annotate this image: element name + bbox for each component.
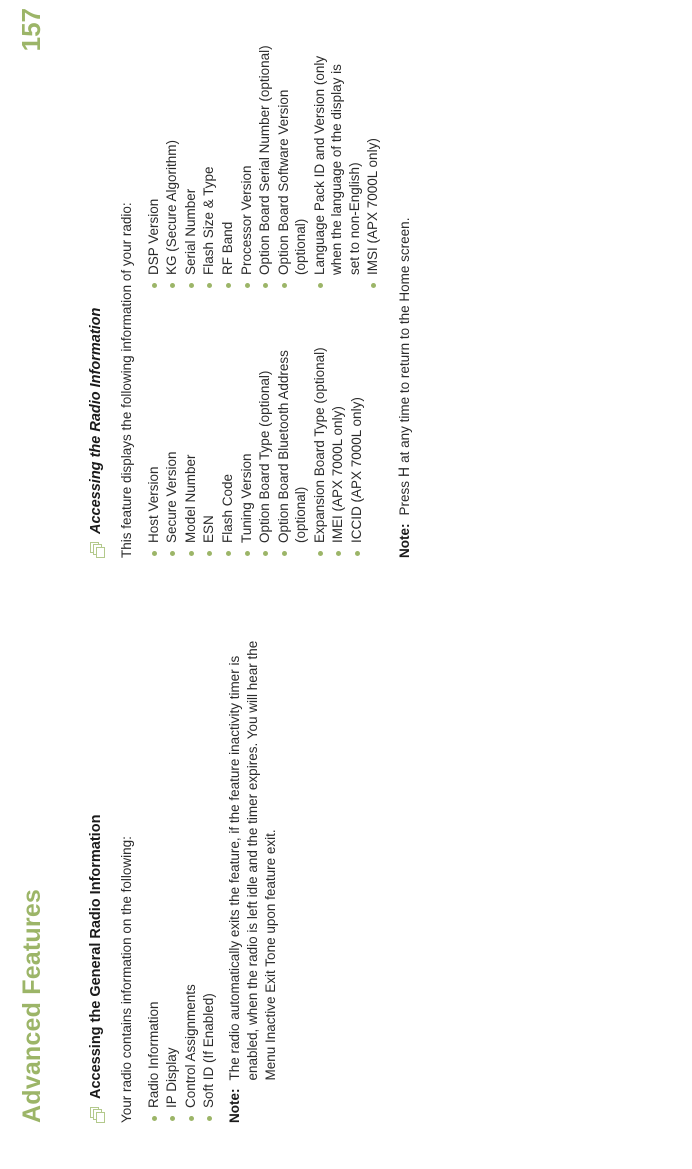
radio-information-bullets-column-1: Host Version Secure Version Model Number… xyxy=(145,312,390,558)
note-text: The radio automatically exits the featur… xyxy=(227,640,278,1081)
list-item: IP Display xyxy=(163,608,181,1123)
list-item: Option Board Serial Number (optional) xyxy=(256,44,274,290)
page-number: 157 xyxy=(16,8,46,52)
page-title: Advanced Features xyxy=(18,888,46,1123)
section-title-text: Accessing the General Radio Information xyxy=(88,814,104,1099)
note-text-after: at any time to return to the Home screen… xyxy=(396,217,412,463)
list-item: Option Board Software Version (optional) xyxy=(275,44,310,290)
section-heading-general-radio-information: Accessing the General Radio Information xyxy=(88,608,107,1123)
list-item: IMSI (APX 7000L only) xyxy=(364,44,382,290)
radio-information-bullets-column-2: DSP Version KG (Secure Algorithm) Serial… xyxy=(145,44,390,290)
list-item: Host Version xyxy=(145,312,163,558)
right-note-block: Note: Press H at any time to return to t… xyxy=(396,43,414,558)
page-header: Advanced Features 157 xyxy=(16,0,64,1169)
list-item: Flash Code xyxy=(219,312,237,558)
left-bullet-list: Radio Information IP Display Control Ass… xyxy=(145,608,218,1123)
right-intro-paragraph: This feature displays the following info… xyxy=(119,202,134,558)
section-title-text: Accessing the Radio Information xyxy=(88,307,104,534)
list-item: Soft ID (If Enabled) xyxy=(200,608,218,1123)
right-bullet-list-1: Host Version Secure Version Model Number… xyxy=(145,312,366,558)
list-item: IMEI (APX 7000L only) xyxy=(329,312,347,558)
list-item: Language Pack ID and Version (only when … xyxy=(311,44,364,290)
list-item: ESN xyxy=(200,312,218,558)
note-label: Note: xyxy=(396,523,412,559)
note-label: Note: xyxy=(227,1088,242,1124)
right-column: Accessing the Radio Information This fea… xyxy=(88,43,414,558)
section-heading-radio-information: Accessing the Radio Information xyxy=(88,43,107,558)
list-item: Tuning Version xyxy=(238,312,256,558)
list-item: Serial Number xyxy=(182,44,200,290)
radio-information-bullet-grid: Host Version Secure Version Model Number… xyxy=(145,43,390,558)
page-columns: Accessing the General Radio Information … xyxy=(88,43,668,1123)
list-item: Flash Size & Type xyxy=(200,44,218,290)
note-text-before: Press xyxy=(396,480,412,516)
left-column: Accessing the General Radio Information … xyxy=(88,608,279,1123)
rotated-page-wrapper: Advanced Features 157 Accessing the Gene… xyxy=(0,0,692,1169)
home-key-icon: H xyxy=(396,466,413,478)
list-item: Control Assignments xyxy=(182,608,200,1123)
list-item: DSP Version xyxy=(145,44,163,290)
manual-page: Advanced Features 157 Accessing the Gene… xyxy=(0,0,692,1169)
list-item: Model Number xyxy=(182,312,200,558)
stacked-pages-icon xyxy=(90,1106,107,1123)
list-item: ICCID (APX 7000L only) xyxy=(348,312,366,558)
left-note-block: Note: The radio automatically exits the … xyxy=(226,608,279,1123)
right-bullet-list-2: DSP Version KG (Secure Algorithm) Serial… xyxy=(145,44,382,290)
note-text: Press H at any time to return to the Hom… xyxy=(396,218,414,516)
list-item: KG (Secure Algorithm) xyxy=(163,44,181,290)
list-item: Expansion Board Type (optional) xyxy=(311,312,329,558)
list-item: Processor Version xyxy=(238,44,256,290)
list-item: Secure Version xyxy=(163,312,181,558)
stacked-pages-icon xyxy=(90,541,107,558)
list-item: Option Board Type (optional) xyxy=(256,312,274,558)
list-item: Option Board Bluetooth Address (optional… xyxy=(275,312,310,558)
left-intro-paragraph: Your radio contains information on the f… xyxy=(119,836,134,1123)
list-item: RF Band xyxy=(219,44,237,290)
list-item: Radio Information xyxy=(145,608,163,1123)
